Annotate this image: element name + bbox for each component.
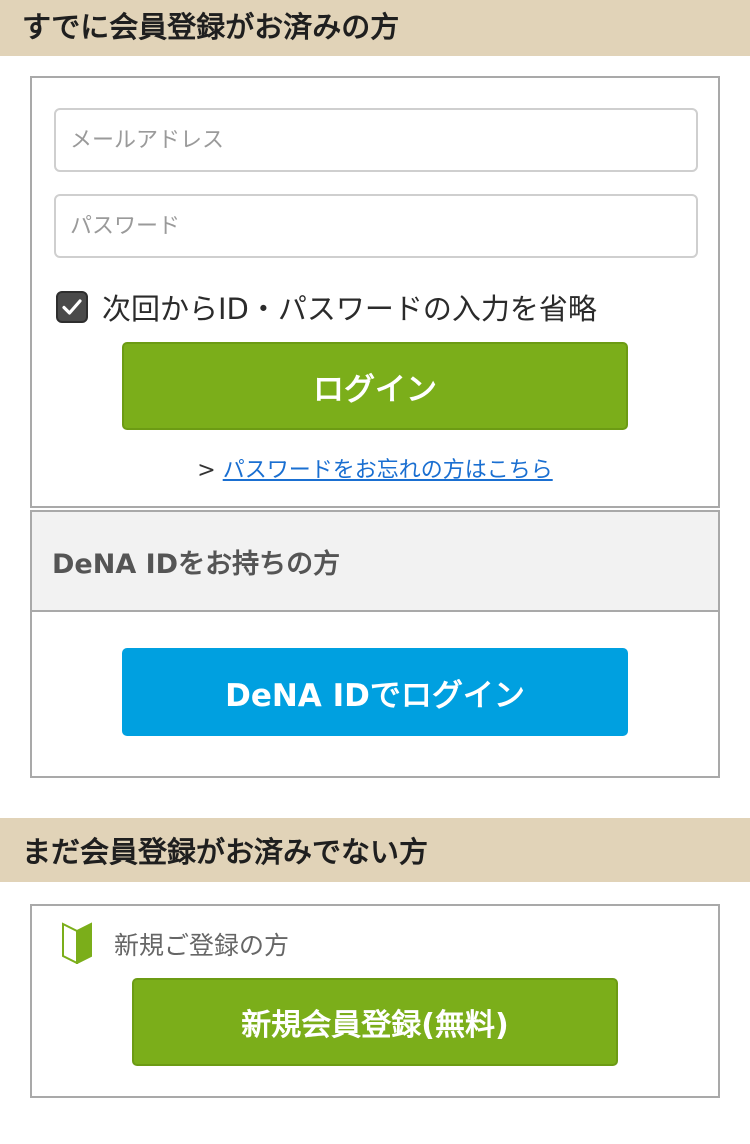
register-button[interactable]: 新規会員登録(無料): [132, 978, 618, 1066]
forgot-prefix: >: [197, 458, 216, 483]
remember-label: 次回からID・パスワードの入力を省略: [102, 292, 597, 326]
forgot-password-row: > パスワードをお忘れの方はこちら: [32, 452, 718, 484]
beginner-mark-icon: [62, 920, 92, 968]
forgot-password-link[interactable]: パスワードをお忘れの方はこちら: [223, 458, 553, 483]
login-button[interactable]: ログイン: [122, 342, 628, 430]
dena-login-button[interactable]: DeNA IDでログイン: [122, 648, 628, 736]
new-user-row: 新規ご登録の方: [62, 920, 289, 968]
dena-login-panel: DeNA IDをお持ちの方 DeNA IDでログイン: [30, 510, 720, 778]
dena-section-title: DeNA IDをお持ちの方: [52, 548, 341, 580]
dena-section-header: DeNA IDをお持ちの方: [32, 512, 718, 612]
checkmark-icon[interactable]: [56, 291, 88, 323]
new-user-label: 新規ご登録の方: [114, 931, 290, 960]
login-form: 次回からID・パスワードの入力を省略 ログイン > パスワードをお忘れの方はこち…: [30, 76, 720, 508]
password-field[interactable]: [54, 194, 698, 258]
email-field[interactable]: [54, 108, 698, 172]
member-section-header: すでに会員登録がお済みの方: [0, 0, 750, 56]
nonmember-section-header: まだ会員登録がお済みでない方: [0, 818, 750, 882]
remember-checkbox[interactable]: 次回からID・パスワードの入力を省略: [56, 286, 597, 328]
register-panel: 新規ご登録の方 新規会員登録(無料): [30, 904, 720, 1098]
nonmember-section-title: まだ会員登録がお済みでない方: [22, 835, 429, 869]
member-section-title: すでに会員登録がお済みの方: [22, 10, 400, 44]
